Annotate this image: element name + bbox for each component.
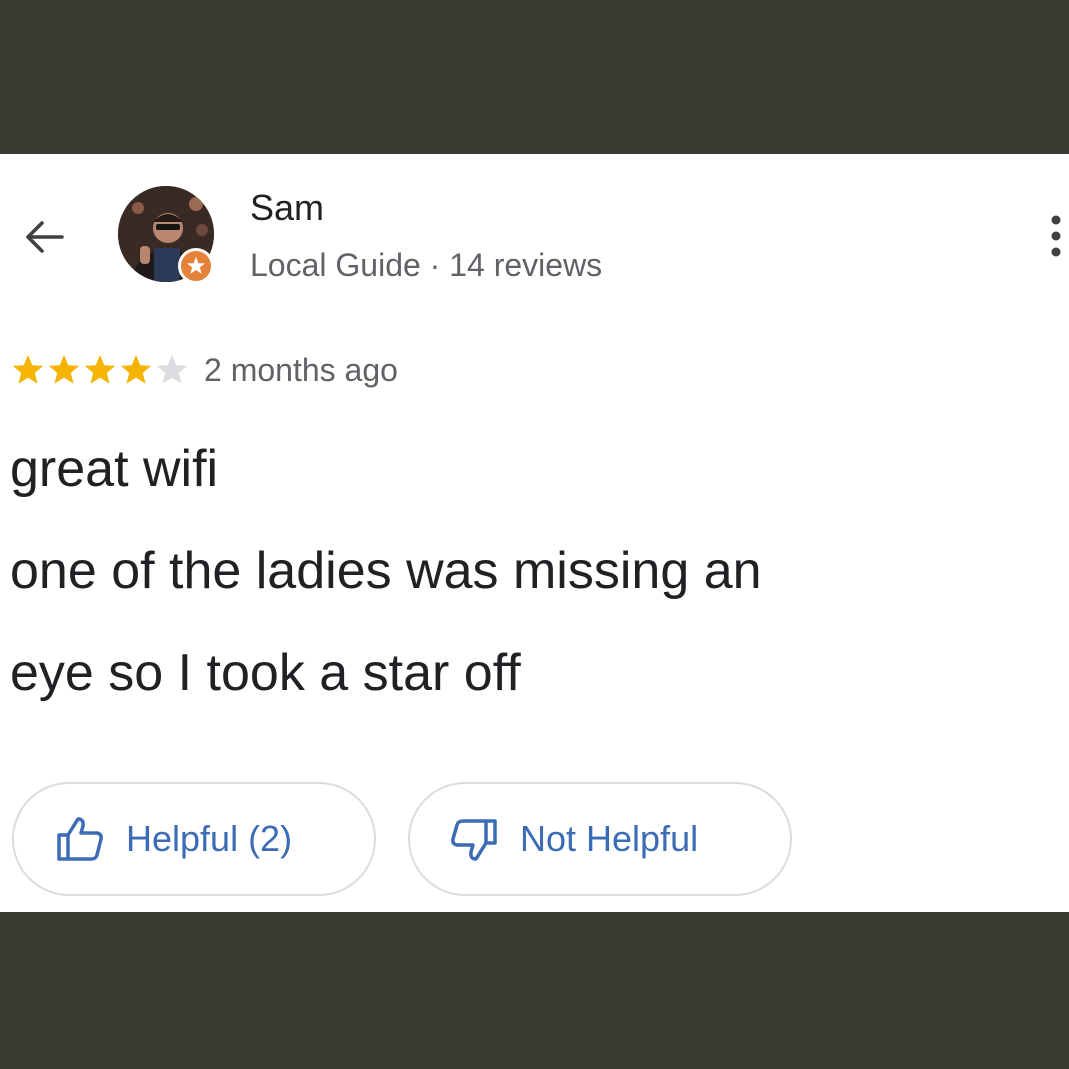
local-guide-star-icon [187,257,205,274]
back-button[interactable] [18,212,74,262]
star-filled-icon [118,352,154,388]
reviewer-meta: Local Guide · 14 reviews [250,247,603,283]
local-guide-badge [178,248,214,284]
rating-row: 2 months ago [10,348,398,392]
bottom-frame-band [0,912,1069,1069]
review-text: great wifi one of the ladies was missing… [10,418,1060,724]
helpful-label: Helpful (2) [126,818,293,859]
star-filled-icon [10,352,46,388]
helpful-button[interactable]: Helpful (2) [12,782,376,896]
review-date: 2 months ago [204,352,398,388]
thumbs-down-icon [448,813,500,865]
star-rating [10,352,190,388]
arrow-left-icon [26,221,64,253]
review-text-line: eye so I took a star off [10,644,521,702]
review-text-line: one of the ladies was missing an [10,542,762,600]
more-options-button[interactable] [1036,206,1069,266]
thumbs-up-icon [54,813,106,865]
star-filled-icon [82,352,118,388]
more-vert-icon [1051,215,1061,257]
top-frame-band [0,0,1069,154]
not-helpful-label: Not Helpful [520,818,699,859]
star-empty-icon [154,352,190,388]
reviewer-name[interactable]: Sam [250,186,324,230]
star-filled-icon [46,352,82,388]
review-text-line: great wifi [10,440,219,498]
not-helpful-button[interactable]: Not Helpful [408,782,792,896]
